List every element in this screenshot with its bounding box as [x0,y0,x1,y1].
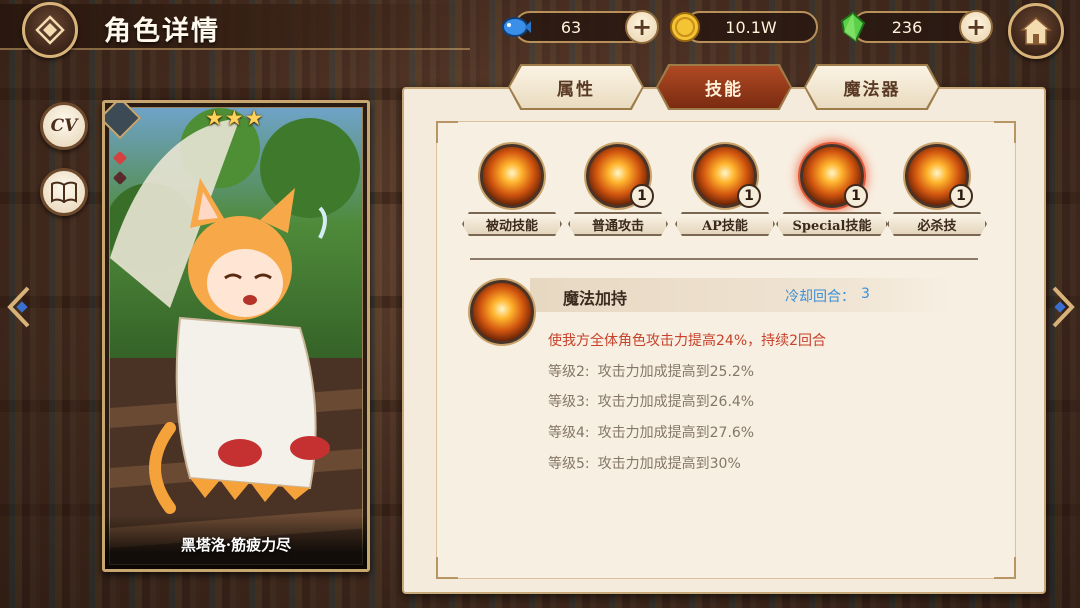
skill-label: AP技能 [675,212,775,236]
home-icon [1020,17,1052,45]
character-name: 黑塔洛·筋疲力尽 [180,536,292,554]
skill-level-badge: 1 [844,184,868,208]
skill-passive[interactable]: 被动技能 [462,144,562,238]
level-upgrade-line: 等级2: 攻击力加成提高到25.2% [548,361,762,381]
star-icon: ★ [244,106,264,130]
back-button[interactable] [22,2,78,58]
page-title: 角色详情 [104,16,220,47]
corner-ornament [994,121,1016,143]
cooldown-value: 3 [861,286,870,302]
skill-level-badge: 1 [737,184,761,208]
detail-tabs: 属性 技能 魔法器 [508,64,940,112]
skill-normal-attack[interactable]: 1 普通攻击 [568,144,668,238]
level-label: 等级3: [548,394,590,410]
profile-book-button[interactable] [40,168,88,216]
level-effect: 攻击力加成提高到26.4% [597,394,755,410]
skill-label: 被动技能 [462,212,562,236]
skill-ap[interactable]: 1 AP技能 [675,144,775,238]
tab-attributes[interactable]: 属性 [510,66,642,108]
level-effect: 攻击力加成提高到30% [597,456,741,472]
previous-character-arrow[interactable] [4,284,34,330]
gold-value: 10.1W [725,18,777,37]
skill-special[interactable]: 1 Special技能 [776,144,888,238]
chevron-right-icon [1052,286,1075,328]
passive-skill-icon [480,144,544,208]
character-art [110,108,362,564]
skill-name: 魔法加持 [563,289,628,308]
cv-label: CV [50,116,78,136]
corner-ornament [994,557,1016,579]
gold-resource: 10.1W [670,11,818,43]
level-effect: 攻击力加成提高到27.6% [597,425,755,441]
skill-level-badge: 1 [630,184,654,208]
crystal-value: 236 [891,18,923,37]
corner-ornament [436,557,458,579]
tab-magic-artifact[interactable]: 魔法器 [806,66,938,108]
book-icon [51,181,77,203]
star-icon: ★ [224,106,244,130]
skill-level-badge: 1 [949,184,973,208]
rarity-stars: ★ ★ ★ [205,106,263,130]
character-illustration [109,107,363,565]
level-upgrade-line: 等级3: 攻击力加成提高到26.4% [548,391,762,411]
level-label: 等级5: [548,456,590,472]
voice-cv-button[interactable]: CV [40,102,88,150]
corner-ornament [436,121,458,143]
level-upgrade-line: 等级5: 攻击力加成提高到30% [548,453,749,473]
skill-label: Special技能 [776,212,888,236]
home-button[interactable] [1008,3,1064,59]
crystal-resource: 236 + [840,10,993,44]
add-crystal-button[interactable]: + [959,10,993,44]
top-bar: 角色详情 63 + 10.1W 236 + [0,0,1080,59]
add-fish-button[interactable]: + [625,10,659,44]
level-upgrade-line: 等级4: 攻击力加成提高到27.6% [548,422,762,442]
next-character-arrow[interactable] [1048,284,1078,330]
selected-skill-icon [470,280,534,344]
cooldown-label: 冷却回合： [785,289,855,305]
fish-value: 63 [560,18,582,37]
star-icon: ★ [205,106,224,130]
skill-ultimate[interactable]: 1 必杀技 [887,144,987,238]
skill-label: 普通攻击 [568,212,668,236]
skill-description: 使我方全体角色攻击力提高24%，持续2回合 [548,333,827,349]
back-diamond-icon [35,15,65,45]
character-card[interactable]: ★ ★ ★ 黑塔洛·筋疲力尽 [102,100,370,572]
level-label: 等级4: [548,425,590,441]
section-divider [470,258,978,260]
skill-label: 必杀技 [887,212,987,236]
level-effect: 攻击力加成提高到25.2% [597,364,755,380]
tab-skills[interactable]: 技能 [658,66,790,108]
chevron-left-icon [7,286,30,328]
level-label: 等级2: [548,364,590,380]
fish-resource: 63 + [502,10,659,44]
